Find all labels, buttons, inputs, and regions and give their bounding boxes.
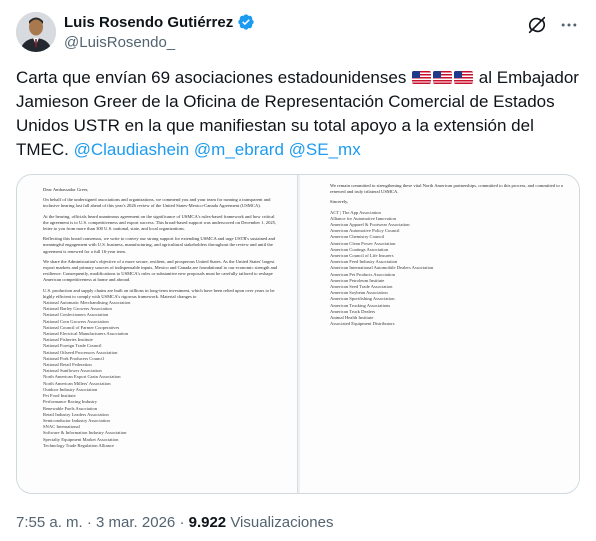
tweet-text: Carta que envían 69 asociaciones estadou… xyxy=(16,66,582,162)
letter-paragraph: Reflecting this broad consensus, we writ… xyxy=(43,236,276,254)
letter-greeting: Dear Ambassador Greer, xyxy=(43,187,89,192)
grok-icon[interactable] xyxy=(526,14,548,36)
tweet-media-image[interactable]: Dear Ambassador Greer, On behalf of the … xyxy=(16,174,580,494)
avatar[interactable] xyxy=(16,12,56,52)
mention-link[interactable]: @m_ebrard xyxy=(194,140,284,159)
author-handle[interactable]: @LuisRosendo_ xyxy=(64,34,175,51)
letter-paragraph: At the hearing, officials heard unanimou… xyxy=(43,213,277,232)
author-name-row: Luis Rosendo Gutiérrez xyxy=(64,13,255,31)
letter-paragraph: We share the Administration's objective … xyxy=(43,258,278,283)
letter-paragraph: On behalf of the undersigned association… xyxy=(43,197,271,209)
tweet-date: 3 mar. 2026 xyxy=(96,514,176,531)
tweet-time: 7:55 a. m. xyxy=(16,514,83,531)
views-count: 9.922 xyxy=(188,514,227,531)
us-flag-icon xyxy=(433,71,453,84)
signatory-list-left: National Automatic Merchandising Associa… xyxy=(43,300,281,449)
us-flag-icon xyxy=(454,71,474,84)
signatory-item: Technology Trade Regulation Alliance xyxy=(43,442,114,448)
signatory-list-right: ACT | The App Association Alliance for A… xyxy=(330,210,565,328)
letter-page-right: We remain committed to strengthening the… xyxy=(300,175,579,493)
more-options-icon[interactable] xyxy=(558,14,580,36)
mention-link[interactable]: @Claudiashein xyxy=(74,140,190,159)
letter-signoff: Sincerely, xyxy=(330,199,349,205)
author-display-name[interactable]: Luis Rosendo Gutiérrez xyxy=(64,14,233,31)
verified-badge-icon xyxy=(237,13,255,31)
separator-dot: · xyxy=(179,514,185,531)
tweet-metadata: 7:55 a. m. · 3 mar. 2026 · 9.922 Visuali… xyxy=(16,514,333,531)
letter-closing: We remain committed to strengthening the… xyxy=(330,183,563,195)
signatory-item: Associated Equipment Distributors xyxy=(330,321,395,327)
tweet-timestamp[interactable]: 7:55 a. m. · 3 mar. 2026 xyxy=(16,514,175,531)
letter-paragraph: U.S. production and supply chains are bu… xyxy=(43,287,275,299)
tweet-text-part1: Carta que envían 69 asociaciones estadou… xyxy=(16,68,407,87)
letter-page-left: Dear Ambassador Greer, On behalf of the … xyxy=(17,175,298,493)
tweet-header: Luis Rosendo Gutiérrez @LuisRosendo_ xyxy=(16,12,580,56)
mention-link[interactable]: @SE_mx xyxy=(289,140,361,159)
views-label: Visualizaciones xyxy=(230,514,334,531)
us-flag-icon xyxy=(412,71,432,84)
separator-dot: · xyxy=(86,514,92,531)
